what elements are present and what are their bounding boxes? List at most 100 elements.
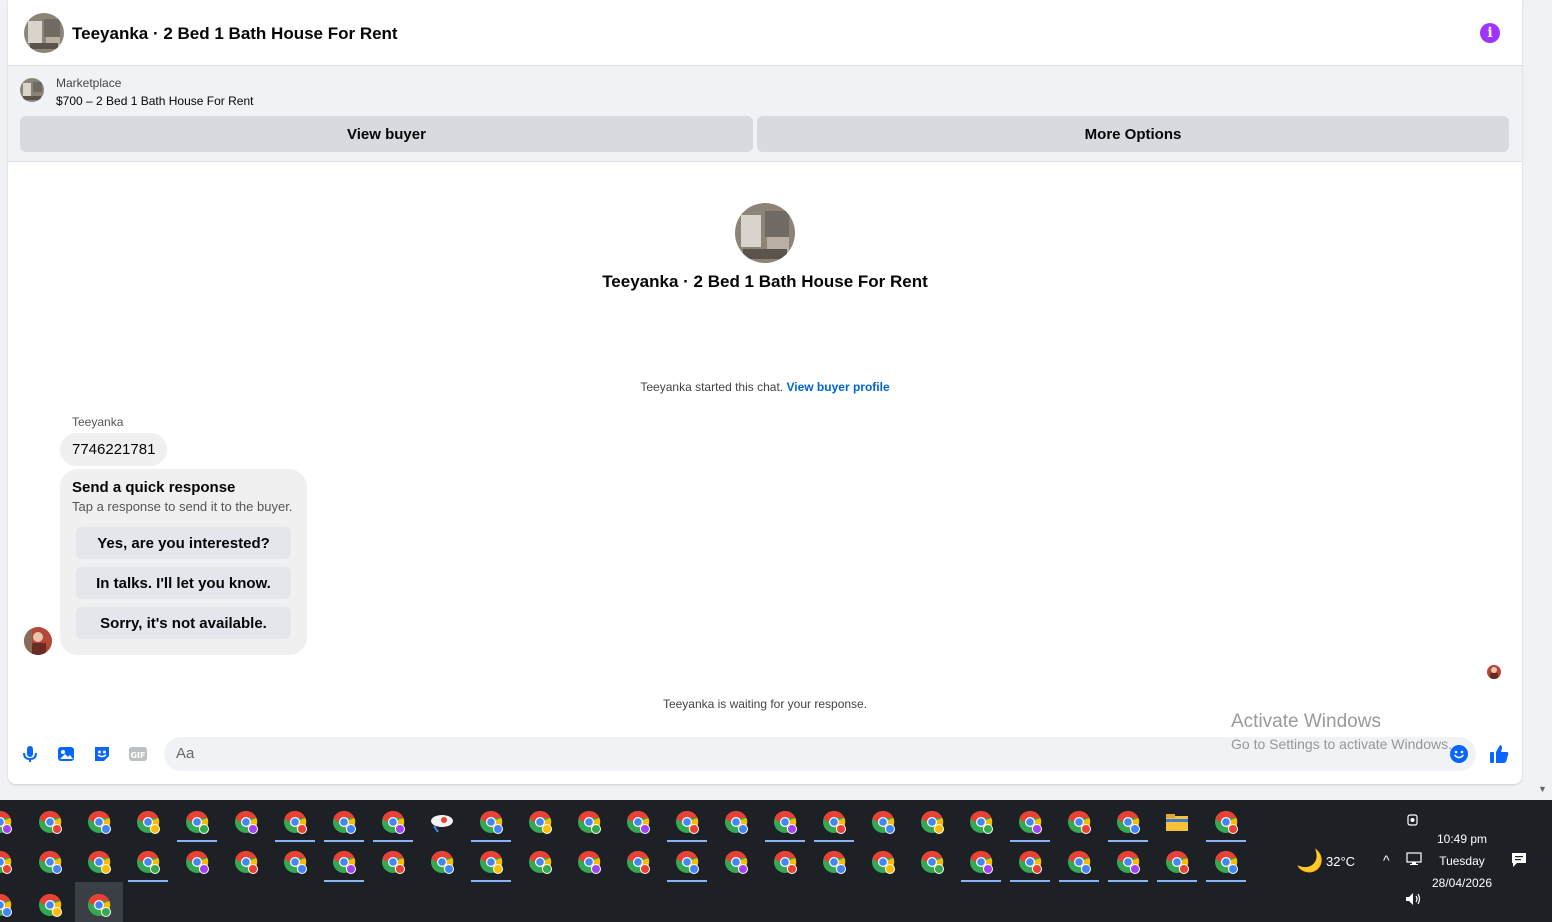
chrome-icon[interactable]	[918, 808, 946, 836]
chrome-icon[interactable]	[0, 848, 14, 876]
chrome-icon[interactable]	[85, 891, 113, 919]
quick-response-in-talks-button[interactable]: In talks. I'll let you know.	[76, 567, 291, 599]
chrome-icon[interactable]	[134, 808, 162, 836]
chrome-icon[interactable]	[673, 848, 701, 876]
chrome-icon[interactable]	[85, 848, 113, 876]
chrome-icon[interactable]	[967, 808, 995, 836]
chat-window: Teeyanka · 2 Bed 1 Bath House For Rent i…	[8, 0, 1522, 784]
chrome-icon[interactable]	[1114, 808, 1142, 836]
chrome-icon[interactable]	[869, 808, 897, 836]
chrome-icon[interactable]	[281, 808, 309, 836]
taskbar-running-indicator	[1206, 840, 1246, 842]
chrome-icon[interactable]	[771, 808, 799, 836]
listing-name[interactable]: $700 – 2 Bed 1 Bath House For Rent	[56, 94, 253, 108]
view-buyer-profile-link[interactable]: View buyer profile	[786, 380, 889, 394]
chrome-icon[interactable]	[869, 848, 897, 876]
weather-temperature[interactable]: 32°C	[1326, 854, 1355, 869]
chrome-icon[interactable]	[0, 808, 14, 836]
taskbar-running-indicator	[128, 880, 168, 882]
sender-avatar[interactable]	[24, 627, 52, 655]
info-icon[interactable]: i	[1480, 23, 1500, 43]
sticker-icon[interactable]	[92, 744, 112, 764]
taskbar-time[interactable]: 10:49 pm	[1432, 832, 1492, 846]
chrome-icon[interactable]	[0, 891, 14, 919]
chrome-icon[interactable]	[575, 848, 603, 876]
chrome-icon[interactable]	[477, 808, 505, 836]
meet-now-icon[interactable]	[1406, 812, 1420, 831]
more-options-button[interactable]: More Options	[757, 116, 1509, 152]
microphone-icon[interactable]	[20, 744, 40, 764]
chrome-icon[interactable]	[36, 891, 64, 919]
chrome-icon[interactable]	[1016, 848, 1044, 876]
chrome-icon[interactable]	[281, 848, 309, 876]
chrome-icon[interactable]	[624, 848, 652, 876]
chrome-icon[interactable]	[379, 848, 407, 876]
chrome-icon[interactable]	[820, 848, 848, 876]
watermark-title: Activate Windows	[1231, 711, 1381, 732]
chrome-icon[interactable]	[771, 848, 799, 876]
chrome-icon[interactable]	[1212, 808, 1240, 836]
taskbar-running-indicator	[667, 840, 707, 842]
taskbar-running-indicator	[1010, 880, 1050, 882]
view-buyer-button[interactable]: View buyer	[20, 116, 753, 152]
listing-bar: Marketplace $700 – 2 Bed 1 Bath House Fo…	[8, 66, 1522, 162]
chrome-icon[interactable]	[722, 808, 750, 836]
chrome-icon[interactable]	[673, 808, 701, 836]
chat-header: Teeyanka · 2 Bed 1 Bath House For Rent i	[8, 0, 1522, 66]
chrome-icon[interactable]	[330, 808, 358, 836]
chrome-icon[interactable]	[232, 808, 260, 836]
taskbar-day[interactable]: Tuesday	[1432, 854, 1492, 868]
taskbar-running-indicator	[667, 880, 707, 882]
chrome-icon[interactable]	[1114, 848, 1142, 876]
chrome-icon[interactable]	[526, 808, 554, 836]
chrome-icon[interactable]	[85, 808, 113, 836]
chrome-icon[interactable]	[232, 848, 260, 876]
chevron-up-icon[interactable]: ^	[1383, 852, 1390, 868]
chrome-icon[interactable]	[36, 848, 64, 876]
chrome-icon[interactable]	[967, 848, 995, 876]
taskbar-running-indicator	[373, 840, 413, 842]
file-explorer-icon[interactable]	[1163, 808, 1191, 836]
chrome-icon[interactable]	[624, 808, 652, 836]
app-icon[interactable]	[428, 808, 456, 836]
chrome-icon[interactable]	[1212, 848, 1240, 876]
chrome-icon[interactable]	[575, 808, 603, 836]
thumbs-up-icon[interactable]	[1488, 743, 1510, 765]
listing-source: Marketplace	[56, 76, 122, 90]
taskbar-running-indicator	[1108, 840, 1148, 842]
chrome-icon[interactable]	[1065, 808, 1093, 836]
chat-title[interactable]: Teeyanka · 2 Bed 1 Bath House For Rent	[72, 24, 398, 44]
image-icon[interactable]	[56, 744, 76, 764]
chrome-icon[interactable]	[183, 808, 211, 836]
chrome-icon[interactable]	[526, 848, 554, 876]
notifications-icon[interactable]	[1511, 852, 1527, 871]
listing-thumbnail[interactable]	[20, 78, 44, 102]
scrollbar-down-arrow[interactable]: ▼	[1538, 784, 1547, 794]
emoji-icon[interactable]	[1449, 744, 1469, 764]
listing-avatar[interactable]	[24, 13, 64, 53]
chrome-icon[interactable]	[477, 848, 505, 876]
taskbar-date[interactable]: 28/04/2026	[1426, 876, 1498, 890]
chrome-icon[interactable]	[918, 848, 946, 876]
chrome-icon[interactable]	[1016, 808, 1044, 836]
chrome-icon[interactable]	[722, 848, 750, 876]
chrome-icon[interactable]	[820, 808, 848, 836]
chrome-icon[interactable]	[183, 848, 211, 876]
chrome-icon[interactable]	[330, 848, 358, 876]
quick-response-yes-button[interactable]: Yes, are you interested?	[76, 527, 291, 559]
chrome-icon[interactable]	[36, 808, 64, 836]
chrome-icon[interactable]	[428, 848, 456, 876]
quick-response-not-available-button[interactable]: Sorry, it's not available.	[76, 607, 291, 639]
chrome-icon[interactable]	[1163, 848, 1191, 876]
chrome-icon[interactable]	[379, 808, 407, 836]
chrome-icon[interactable]	[1065, 848, 1093, 876]
moon-icon[interactable]: 🌙	[1296, 848, 1323, 874]
svg-text:GIF: GIF	[130, 751, 145, 760]
taskbar-running-indicator	[961, 880, 1001, 882]
volume-icon[interactable]	[1405, 892, 1423, 909]
chat-started-text: Teeyanka started this chat.	[640, 380, 784, 394]
chrome-icon[interactable]	[134, 848, 162, 876]
message-bubble[interactable]: 7746221781	[60, 433, 168, 466]
network-icon[interactable]	[1406, 852, 1422, 869]
gif-icon[interactable]: GIF	[128, 744, 148, 764]
